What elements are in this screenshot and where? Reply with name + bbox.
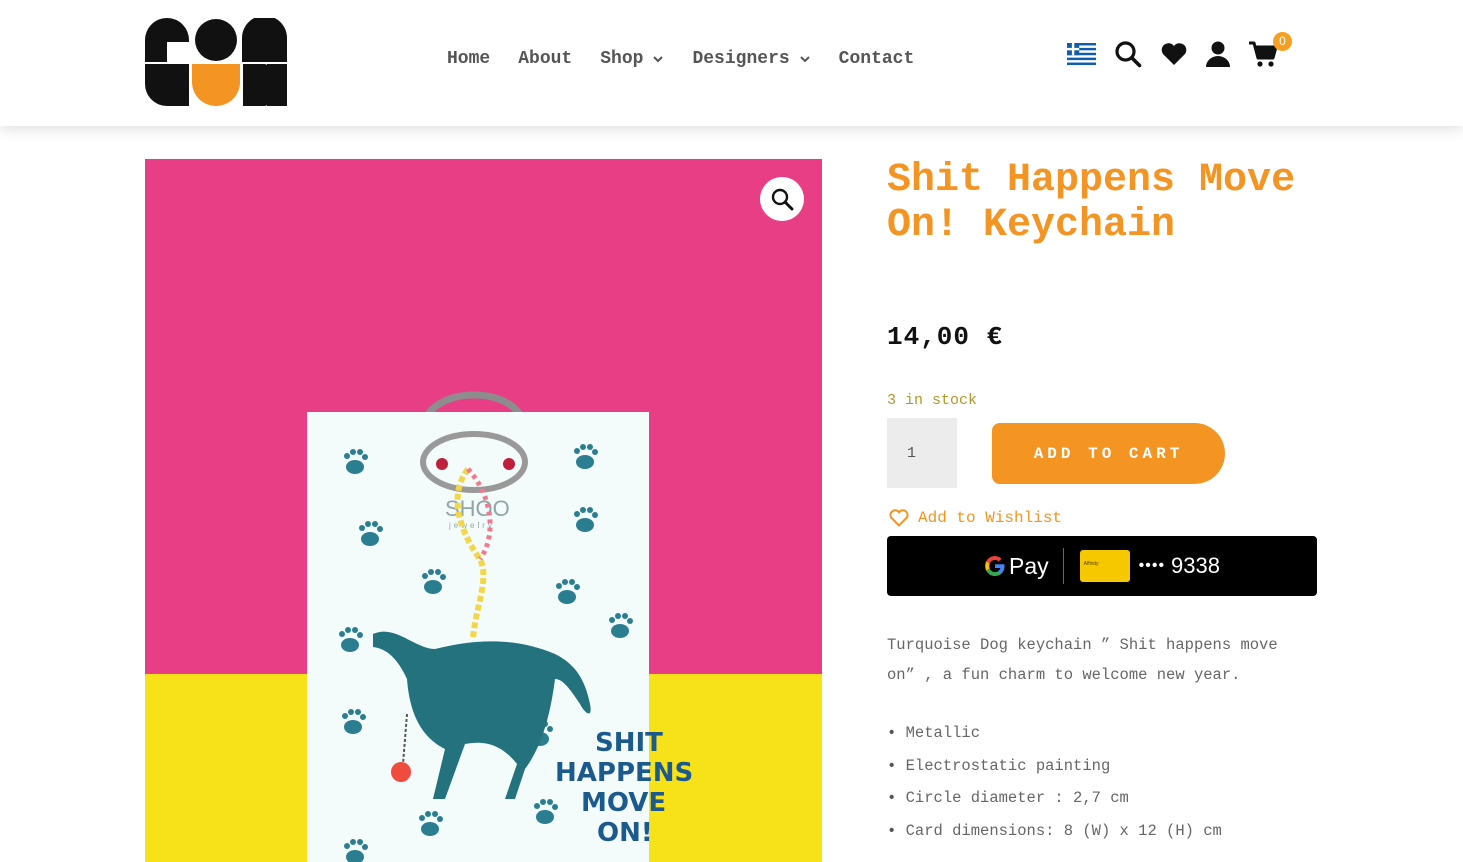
add-to-wishlist-link[interactable]: Add to Wishlist [889, 509, 1062, 527]
card-text-line-4: ON! [597, 818, 653, 848]
gpay-card-thumbnail: Affinity [1079, 550, 1130, 582]
nav-contact-label: Contact [838, 49, 915, 69]
nav-designers[interactable]: Designers [692, 49, 810, 69]
nav-home-label: Home [447, 49, 491, 69]
search-icon [1115, 41, 1142, 68]
wishlist-label: Add to Wishlist [918, 509, 1063, 527]
feature-item: Circle diameter : 2,7 cm [887, 785, 1222, 818]
add-to-cart-button[interactable]: ADD TO CART [992, 423, 1225, 484]
card-text-line-1: SHIT [595, 728, 663, 758]
gpay-logo: Pay [984, 553, 1049, 580]
gpay-card-last4: 9338 [1171, 553, 1220, 578]
product-image[interactable]: SHOO jewelry SHIT HAPPENS MOVE ON! [145, 159, 822, 862]
main-nav: Home About Shop Designers Contact [447, 49, 942, 69]
header-icons: 0 [1067, 32, 1296, 68]
cart-button[interactable]: 0 [1248, 32, 1292, 68]
site-logo[interactable] [145, 18, 287, 106]
heart-icon [1161, 43, 1187, 65]
card-text-line-2: HAPPENS [555, 758, 693, 788]
chevron-down-icon [799, 56, 810, 63]
chevron-down-icon [653, 56, 664, 63]
google-pay-button[interactable]: Pay Affinity •••• 9338 [887, 536, 1317, 596]
feature-item: Metallic [887, 720, 1222, 753]
nav-home[interactable]: Home [447, 49, 490, 69]
nav-about[interactable]: About [518, 49, 572, 69]
product-title: Shit Happens Move On! Keychain [887, 158, 1296, 248]
product-photo: SHOO jewelry SHIT HAPPENS MOVE ON! [145, 159, 822, 862]
gpay-card-dots: •••• [1138, 557, 1166, 574]
greek-flag-icon [1067, 43, 1096, 65]
feature-item: Card dimensions: 8 (W) x 12 (H) cm [887, 818, 1222, 851]
cart-count-badge: 0 [1273, 32, 1292, 51]
image-zoom-button[interactable] [760, 177, 804, 221]
nav-contact[interactable]: Contact [839, 49, 915, 69]
magnifier-icon [771, 188, 794, 211]
gpay-divider [1062, 548, 1064, 584]
nav-about-label: About [518, 49, 573, 69]
account-button[interactable] [1206, 41, 1230, 67]
gpay-card-text: Affinity [1083, 561, 1099, 567]
nav-shop-label: Shop [600, 49, 644, 69]
search-button[interactable] [1114, 40, 1142, 68]
nav-shop[interactable]: Shop [600, 49, 664, 69]
wishlist-header-button[interactable] [1160, 42, 1188, 66]
language-switcher[interactable] [1067, 43, 1096, 65]
site-header: Home About Shop Designers Contact 0 [0, 0, 1463, 126]
user-icon [1206, 41, 1230, 67]
feature-item: Electrostatic painting [887, 753, 1222, 786]
product-price: 14,00 € [887, 322, 1004, 352]
gpay-label: Pay [1009, 552, 1049, 579]
product-description: Turquoise Dog keychain ” Shit happens mo… [887, 636, 1278, 684]
heart-outline-icon [889, 509, 909, 527]
product-features: Metallic Electrostatic painting Circle d… [887, 720, 1222, 850]
nav-designers-label: Designers [692, 49, 790, 69]
card-brand-text: SHOO [445, 496, 510, 521]
quantity-input[interactable] [887, 418, 957, 488]
google-g-icon [985, 556, 1005, 576]
card-text-line-3: MOVE [581, 788, 666, 818]
stock-status: 3 in stock [887, 392, 978, 409]
